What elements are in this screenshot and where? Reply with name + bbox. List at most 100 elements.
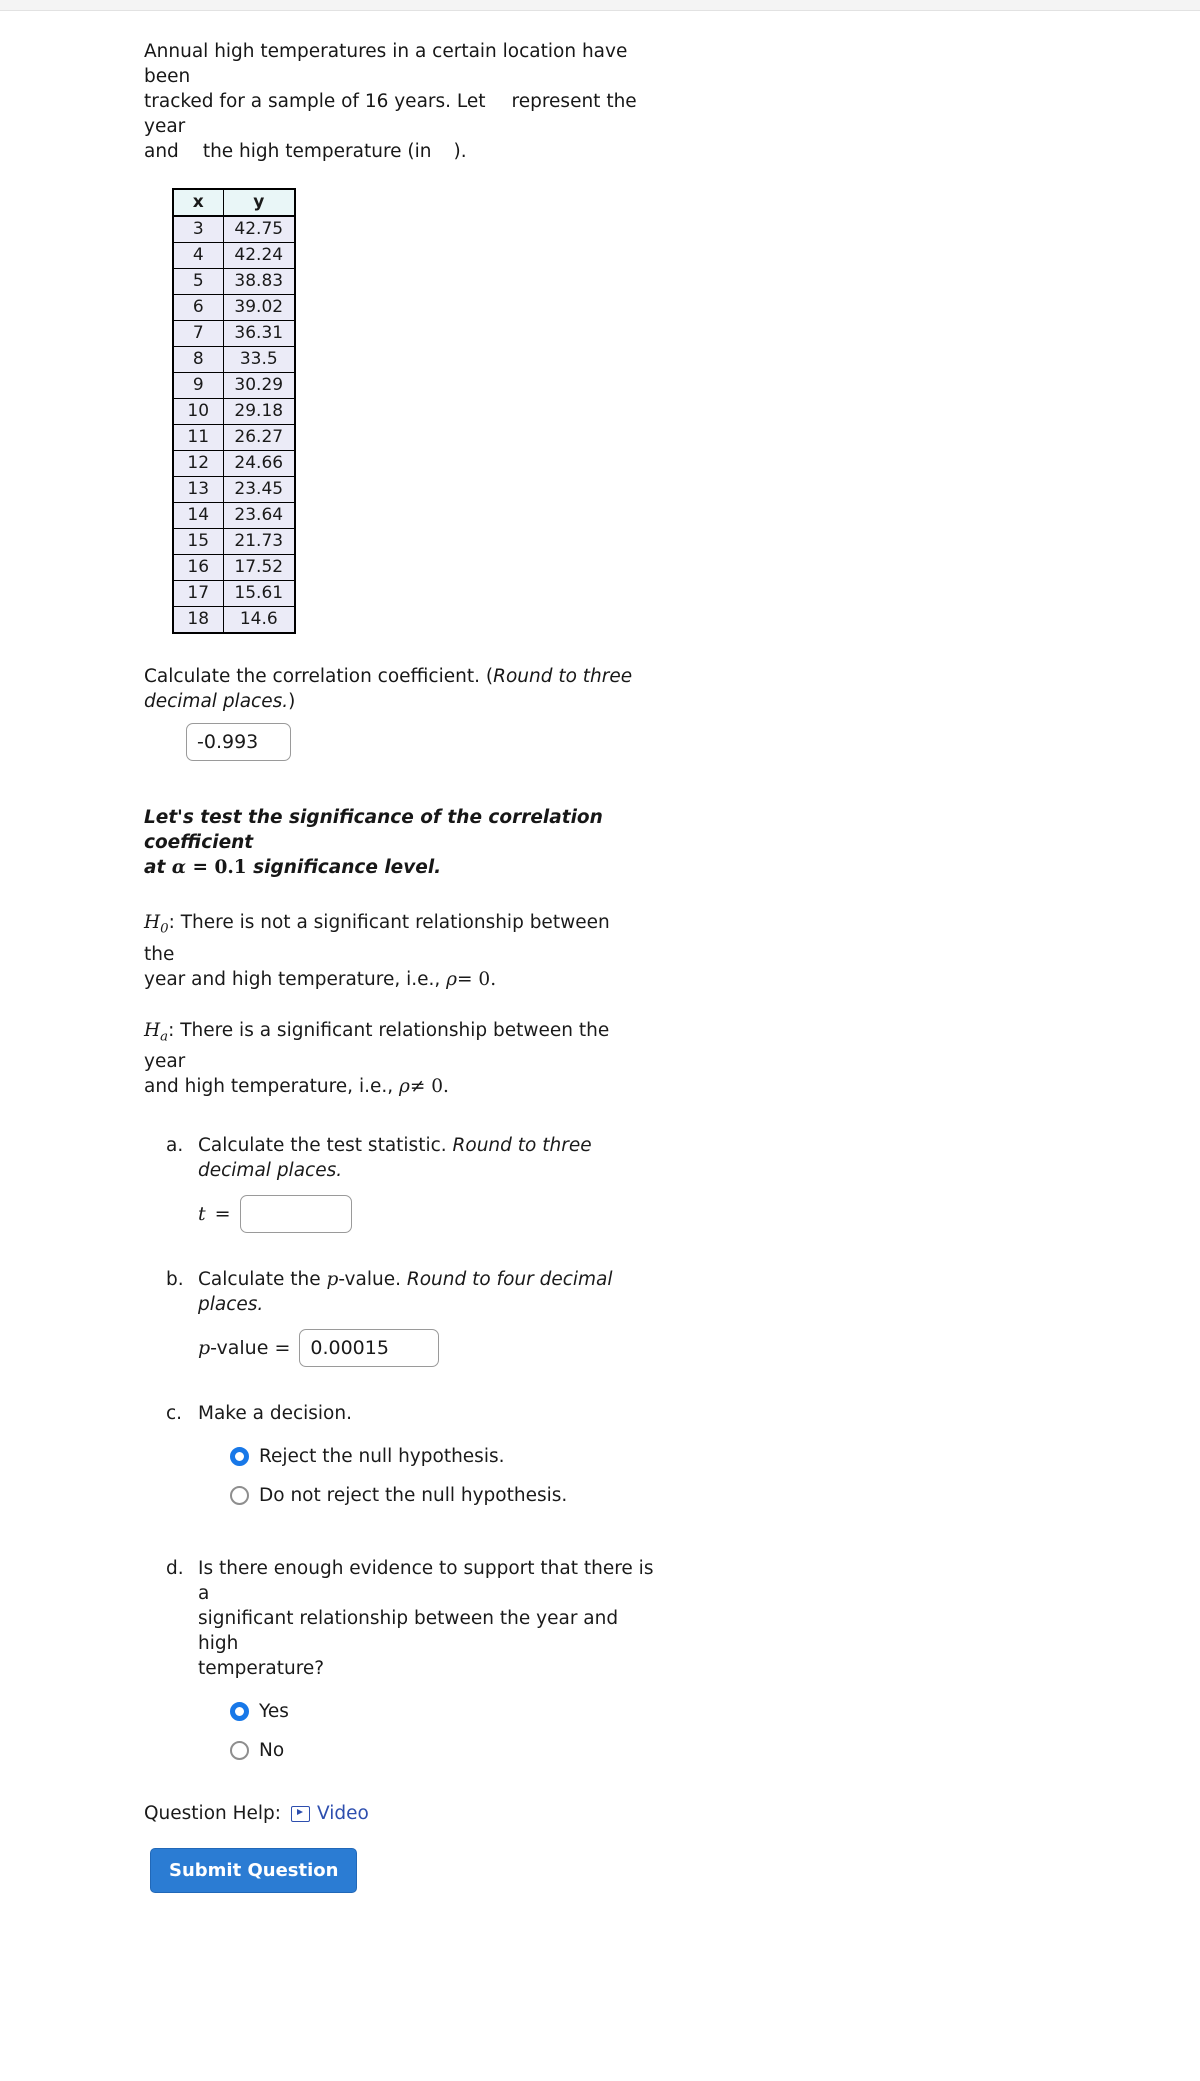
- evidence-option-no-label: No: [259, 1740, 285, 1762]
- video-icon: [291, 1805, 311, 1822]
- intro-line-3b: the high temperature (in: [202, 141, 432, 162]
- intro-line-2a: tracked for a sample of 16 years. Let: [144, 91, 486, 112]
- evidence-option-yes[interactable]: Yes: [230, 1699, 658, 1724]
- part-b-answer-row: p-value =: [198, 1329, 658, 1368]
- null-hypothesis-symbol: H: [144, 912, 161, 933]
- table-row: 3 42.75: [172, 215, 296, 243]
- radio-unselected-icon[interactable]: [230, 1741, 249, 1761]
- significance-at: at: [144, 857, 166, 878]
- alt-hypothesis-subscript: a: [160, 1029, 169, 1045]
- null-hypothesis: H0: There is not a significant relations…: [144, 910, 644, 992]
- radio-selected-icon[interactable]: [230, 1447, 249, 1467]
- correlation-prompt-close: ): [288, 691, 296, 712]
- table-row: 6 39.02: [172, 294, 296, 321]
- cell-x: 5: [172, 268, 224, 295]
- decision-option-reject[interactable]: Reject the null hypothesis.: [230, 1444, 567, 1469]
- part-c-prompt: Make a decision.: [198, 1403, 352, 1425]
- p-value-label: p-value =: [198, 1336, 290, 1361]
- cell-y: 14.6: [222, 606, 296, 634]
- alternative-hypothesis: Ha: There is a significant relationship …: [144, 1018, 644, 1100]
- p-symbol: p: [326, 1269, 339, 1291]
- cell-x: 18: [172, 606, 224, 634]
- question-prompt: Annual high temperatures in a certain lo…: [144, 39, 644, 164]
- radio-unselected-icon[interactable]: [230, 1486, 249, 1506]
- cell-x: 10: [172, 398, 224, 425]
- decision-radio-group: Reject the null hypothesis. Do not rejec…: [230, 1444, 567, 1508]
- browser-top-bar: [0, 0, 1200, 11]
- part-a: a. Calculate the test statistic. Round t…: [166, 1133, 1000, 1234]
- question-help-label: Question Help:: [144, 1803, 282, 1825]
- table-row: 11 26.27: [172, 424, 296, 451]
- part-a-prompt: Calculate the test statistic. Round to t…: [198, 1133, 658, 1183]
- table-row: 8 33.5: [172, 346, 296, 373]
- part-a-body: Calculate the test statistic. Round to t…: [198, 1133, 658, 1234]
- part-a-marker: a.: [166, 1135, 184, 1157]
- intro-line-3a: and: [144, 141, 179, 162]
- alpha-value: 0.1: [214, 857, 247, 878]
- part-d: d. Is there enough evidence to support t…: [166, 1556, 1000, 1763]
- cell-y: 29.18: [222, 398, 296, 425]
- xy-data-table: x y 3 42.75 4 42.24 5 38.83 6 39.02 7 36.31 8…: [172, 188, 296, 634]
- test-statistic-input[interactable]: [239, 1195, 352, 1234]
- alpha-equals: =: [192, 857, 208, 878]
- table-body: 3 42.75 4 42.24 5 38.83 6 39.02 7 36.31 8 33.5…: [172, 215, 296, 634]
- cell-x: 4: [172, 242, 224, 269]
- p-value-input[interactable]: [299, 1329, 440, 1368]
- evidence-radio-group: Yes No: [230, 1699, 658, 1763]
- cell-x: 9: [172, 372, 224, 399]
- t-label: t: [198, 1202, 206, 1225]
- data-table-wrapper: x y 3 42.75 4 42.24 5 38.83 6 39.02 7 36.31 8…: [172, 188, 1000, 634]
- part-a-answer-row: t =: [198, 1195, 658, 1234]
- null-hypothesis-relation: = 0.: [457, 968, 497, 990]
- cell-y: 24.66: [222, 450, 296, 477]
- radio-selected-icon[interactable]: [230, 1702, 249, 1722]
- correlation-prompt: Calculate the correlation coefficient. (…: [144, 664, 644, 714]
- significance-lead: Let's test the significance of the corre…: [144, 807, 603, 853]
- column-header-y: y: [222, 188, 296, 217]
- table-row: 17 15.61: [172, 580, 296, 607]
- correlation-coefficient-input[interactable]: [186, 723, 291, 761]
- part-a-prompt-plain: Calculate the test statistic.: [198, 1135, 453, 1157]
- part-b-prompt: Calculate the p-value. Round to four dec…: [198, 1267, 658, 1317]
- cell-x: 3: [172, 215, 224, 243]
- alpha-symbol: α: [171, 857, 187, 878]
- evidence-option-yes-label: Yes: [259, 1701, 289, 1723]
- significance-tail: significance level.: [253, 857, 442, 878]
- question-parts: a. Calculate the test statistic. Round t…: [166, 1133, 1000, 1763]
- alt-hypothesis-line1: : There is a significant relationship be…: [144, 1019, 610, 1073]
- part-d-prompt-line2: significant relationship between the yea…: [198, 1608, 619, 1655]
- part-c: c. Make a decision. Reject the null hypo…: [166, 1401, 1000, 1508]
- cell-y: 15.61: [222, 580, 296, 607]
- cell-x: 7: [172, 320, 224, 347]
- cell-x: 12: [172, 450, 224, 477]
- t-equals: =: [214, 1202, 231, 1225]
- video-link-label: Video: [317, 1803, 369, 1825]
- cell-y: 26.27: [222, 424, 296, 451]
- evidence-option-no[interactable]: No: [230, 1738, 658, 1763]
- intro-line-3c: ).: [453, 141, 467, 162]
- cell-x: 6: [172, 294, 224, 321]
- column-header-x: x: [172, 188, 224, 217]
- video-help-link[interactable]: Video: [291, 1803, 369, 1824]
- null-hypothesis-line2: year and high temperature, i.e.,: [144, 968, 441, 990]
- alt-hypothesis-line2: and high temperature, i.e.,: [144, 1076, 394, 1098]
- table-header-row: x y: [172, 188, 296, 217]
- alt-hypothesis-symbol: H: [144, 1019, 161, 1041]
- part-b-body: Calculate the p-value. Round to four dec…: [198, 1267, 658, 1368]
- intro-line-1: Annual high temperatures in a certain lo…: [144, 41, 628, 87]
- cell-y: 33.5: [222, 346, 296, 373]
- correlation-prompt-plain: Calculate the correlation coefficient. (: [144, 666, 494, 687]
- decision-option-do-not-reject[interactable]: Do not reject the null hypothesis.: [230, 1483, 567, 1508]
- submit-question-button[interactable]: Submit Question: [150, 1848, 358, 1894]
- part-d-prompt: Is there enough evidence to support that…: [198, 1556, 658, 1681]
- cell-x: 8: [172, 346, 224, 373]
- cell-y: 38.83: [222, 268, 296, 295]
- cell-y: 30.29: [222, 372, 296, 399]
- cell-x: 13: [172, 476, 224, 503]
- null-hypothesis-subscript: 0: [160, 921, 169, 937]
- cell-x: 11: [172, 424, 224, 451]
- p-symbol: p: [198, 1336, 211, 1359]
- table-row: 12 24.66: [172, 450, 296, 477]
- part-c-body: Make a decision. Reject the null hypothe…: [198, 1401, 567, 1508]
- part-c-marker: c.: [166, 1403, 183, 1425]
